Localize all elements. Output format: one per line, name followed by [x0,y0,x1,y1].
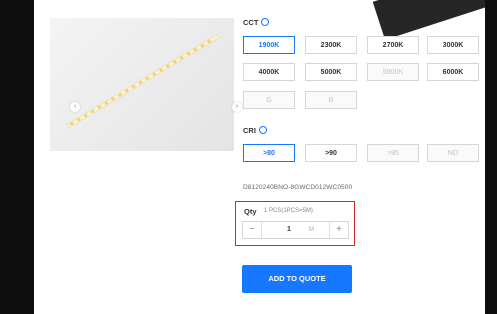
cct-option-b[interactable]: B [305,91,357,109]
cri-option-no[interactable]: NO [427,144,479,162]
background-right [485,0,497,314]
background-left [0,0,34,314]
quantity-unit: M [309,227,314,233]
info-icon[interactable] [261,18,270,27]
cri-option-80[interactable]: >80 [243,144,295,162]
led-strip-illustration [65,33,220,129]
product-image[interactable]: ‹ › [50,18,242,151]
cri-label-row: CRI [243,126,267,135]
cri-label: CRI [243,126,256,135]
cct-option-6000k[interactable]: 6000K [427,63,479,81]
cct-option-g[interactable]: G [243,91,295,109]
cri-option-90[interactable]: >90 [305,144,357,162]
sku-code: D8120240BNO-8GWCD012WC0500 [243,184,353,191]
info-icon[interactable] [258,126,267,135]
quantity-value[interactable]: 1 [281,222,297,238]
cct-option-3000k[interactable]: 3000K [427,36,479,54]
cct-label: CCT [243,18,259,27]
qty-label: Qty [244,207,257,216]
product-panel: ‹ › CCT 1900K 2300K 2700K 3000K 4000K 50… [34,0,485,314]
cct-option-5800k[interactable]: 5800K [367,63,419,81]
add-to-quote-button[interactable]: ADD TO QUOTE [242,265,352,293]
quantity-stepper[interactable]: − 1 M + [242,221,349,239]
qty-note: 1 PCS(1PCS=5M) [264,208,313,214]
cct-option-2300k[interactable]: 2300K [305,36,357,54]
increment-button[interactable]: + [329,222,348,238]
cct-option-1900k[interactable]: 1900K [243,36,295,54]
chevron-left-icon[interactable]: ‹ [70,102,80,112]
cct-option-4000k[interactable]: 4000K [243,63,295,81]
cri-option-95[interactable]: >95 [367,144,419,162]
decrement-button[interactable]: − [243,222,262,238]
cct-option-2700k[interactable]: 2700K [367,36,419,54]
decorative-stripe [372,0,485,40]
quantity-section: Qty 1 PCS(1PCS=5M) − 1 M + [235,201,355,246]
chevron-right-icon[interactable]: › [232,102,242,112]
cct-option-5000k[interactable]: 5000K [305,63,357,81]
cct-label-row: CCT [243,18,270,27]
